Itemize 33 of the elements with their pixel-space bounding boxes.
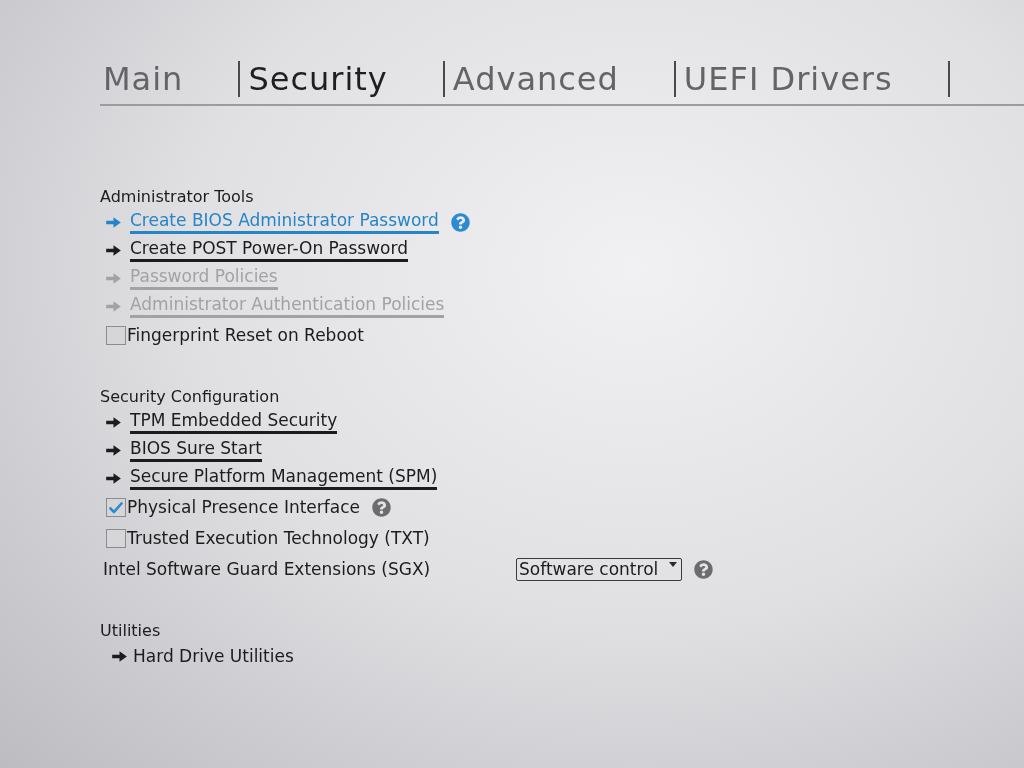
menu-link[interactable]: Create POST Power-On Password bbox=[130, 238, 408, 262]
dropdown[interactable]: Software control bbox=[516, 558, 682, 581]
menu-link[interactable]: Secure Platform Management (SPM) bbox=[130, 466, 438, 490]
arrow-right-icon bbox=[112, 650, 127, 662]
menu-link[interactable]: TPM Embedded Security bbox=[130, 410, 338, 434]
arrow-right-icon bbox=[106, 216, 121, 228]
arrow-right-icon bbox=[106, 444, 121, 456]
menu-link[interactable]: BIOS Sure Start bbox=[130, 438, 262, 462]
checkbox[interactable] bbox=[106, 529, 126, 548]
checkbox-label: Fingerprint Reset on Reboot bbox=[127, 325, 364, 346]
help-icon[interactable] bbox=[372, 498, 391, 517]
checkbox-label: Trusted Execution Technology (TXT) bbox=[127, 528, 430, 549]
arrow-right-icon bbox=[106, 472, 121, 484]
checkbox-label: Physical Presence Interface bbox=[127, 497, 360, 518]
arrow-right-icon bbox=[106, 300, 121, 312]
checkbox[interactable] bbox=[106, 326, 126, 345]
arrow-right-icon bbox=[106, 272, 121, 284]
section-heading: Administrator Tools bbox=[100, 186, 254, 208]
setting-label: Intel Software Guard Extensions (SGX) bbox=[102, 559, 432, 580]
arrow-right-icon bbox=[106, 416, 121, 428]
section-heading: Utilities bbox=[100, 620, 161, 642]
help-icon[interactable] bbox=[694, 560, 713, 579]
tab[interactable]: Security bbox=[240, 58, 443, 100]
help-icon[interactable] bbox=[450, 212, 470, 232]
arrow-right-icon bbox=[106, 244, 121, 256]
tab[interactable]: Advanced bbox=[444, 58, 674, 100]
checkmark-icon bbox=[109, 501, 123, 514]
tab[interactable]: UEFI Drivers bbox=[675, 58, 948, 100]
menu-link[interactable]: Hard Drive Utilities bbox=[133, 645, 294, 667]
checkbox[interactable] bbox=[106, 498, 126, 517]
tab[interactable]: Main bbox=[100, 58, 239, 100]
section-heading: Security Configuration bbox=[100, 386, 280, 408]
caret-icon bbox=[669, 562, 677, 567]
